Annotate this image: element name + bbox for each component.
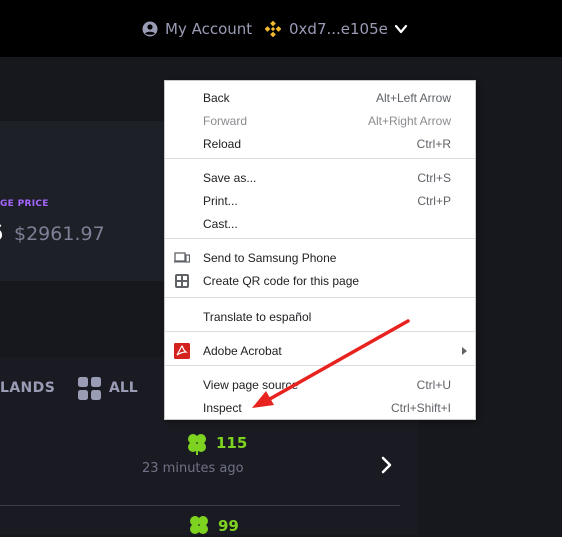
clover-icon xyxy=(188,434,206,455)
menu-item-label: Forward xyxy=(203,114,248,128)
menu-item-label: Translate to español xyxy=(203,310,312,324)
menu-item-label: View page source xyxy=(203,378,299,392)
menu-item-shortcut: Ctrl+S xyxy=(417,171,451,185)
menu-item-adobe-acrobat[interactable]: Adobe Acrobat xyxy=(165,340,475,362)
grid-icon xyxy=(78,376,101,400)
menu-item-shortcut: Alt+Left Arrow xyxy=(375,91,451,105)
submenu-arrow-icon xyxy=(462,347,467,355)
menu-item-shortcut: Ctrl+R xyxy=(416,137,451,151)
price-label: GE PRICE xyxy=(0,199,49,209)
tab-lands[interactable]: LANDS xyxy=(0,380,55,396)
menu-item-print[interactable]: Print... Ctrl+P xyxy=(165,190,475,212)
chevron-right-icon[interactable] xyxy=(378,455,396,475)
menu-item-label: Print... xyxy=(203,194,238,208)
top-bar: My Account 0xd7...e105e xyxy=(0,0,562,57)
chevron-down-icon xyxy=(394,24,407,34)
my-account-link[interactable]: My Account xyxy=(142,20,252,38)
row-count: 99 xyxy=(218,517,239,535)
menu-item-send-to-phone[interactable]: Send to Samsung Phone xyxy=(165,247,475,269)
menu-item-shortcut: Alt+Right Arrow xyxy=(367,114,451,128)
menu-item-shortcut: Ctrl+Shift+I xyxy=(390,401,451,415)
menu-item-back[interactable]: Back Alt+Left Arrow xyxy=(165,87,475,109)
menu-item-view-source[interactable]: View page source Ctrl+U xyxy=(165,374,475,396)
menu-item-shortcut: Ctrl+P xyxy=(417,194,451,208)
menu-item-translate[interactable]: Translate to español xyxy=(165,306,475,328)
devices-icon xyxy=(174,252,190,263)
menu-item-label: Cast... xyxy=(203,217,238,231)
menu-item-label: Inspect xyxy=(203,401,242,415)
price-eth-value: 6 xyxy=(0,221,3,245)
menu-item-qr-code[interactable]: Create QR code for this page xyxy=(165,270,475,292)
menu-item-label: Back xyxy=(203,91,230,105)
price-usd-value: $2961.97 xyxy=(14,223,105,245)
menu-separator xyxy=(165,365,475,366)
tab-all-label: ALL xyxy=(109,380,138,396)
menu-item-label: Adobe Acrobat xyxy=(203,344,282,358)
menu-separator xyxy=(165,331,475,332)
menu-item-cast[interactable]: Cast... xyxy=(165,213,475,235)
menu-item-label: Create QR code for this page xyxy=(203,274,360,288)
qr-code-icon xyxy=(175,274,189,288)
tab-all[interactable]: ALL xyxy=(78,376,138,400)
menu-separator xyxy=(165,238,475,239)
row-count: 115 xyxy=(216,434,248,452)
wallet-button[interactable]: 0xd7...e105e xyxy=(265,20,408,38)
adobe-acrobat-icon xyxy=(174,343,190,359)
wallet-address: 0xd7...e105e xyxy=(289,20,388,38)
menu-item-shortcut: Ctrl+U xyxy=(416,378,451,392)
menu-item-save-as[interactable]: Save as... Ctrl+S xyxy=(165,167,475,189)
user-circle-icon xyxy=(142,21,158,37)
binance-icon xyxy=(265,21,281,37)
menu-item-label: Reload xyxy=(203,137,242,151)
clover-icon xyxy=(190,516,208,534)
menu-item-reload[interactable]: Reload Ctrl+R xyxy=(165,133,475,155)
menu-item-inspect[interactable]: Inspect Ctrl+Shift+I xyxy=(165,397,475,419)
menu-item-label: Send to Samsung Phone xyxy=(203,251,337,265)
menu-item-forward[interactable]: Forward Alt+Right Arrow xyxy=(165,110,475,132)
menu-separator xyxy=(165,297,475,298)
menu-separator xyxy=(165,158,475,159)
my-account-label: My Account xyxy=(165,20,253,38)
context-menu: Back Alt+Left Arrow Forward Alt+Right Ar… xyxy=(164,80,476,420)
row-time: 23 minutes ago xyxy=(142,461,244,476)
menu-item-label: Save as... xyxy=(203,171,257,185)
row-divider xyxy=(0,505,400,506)
